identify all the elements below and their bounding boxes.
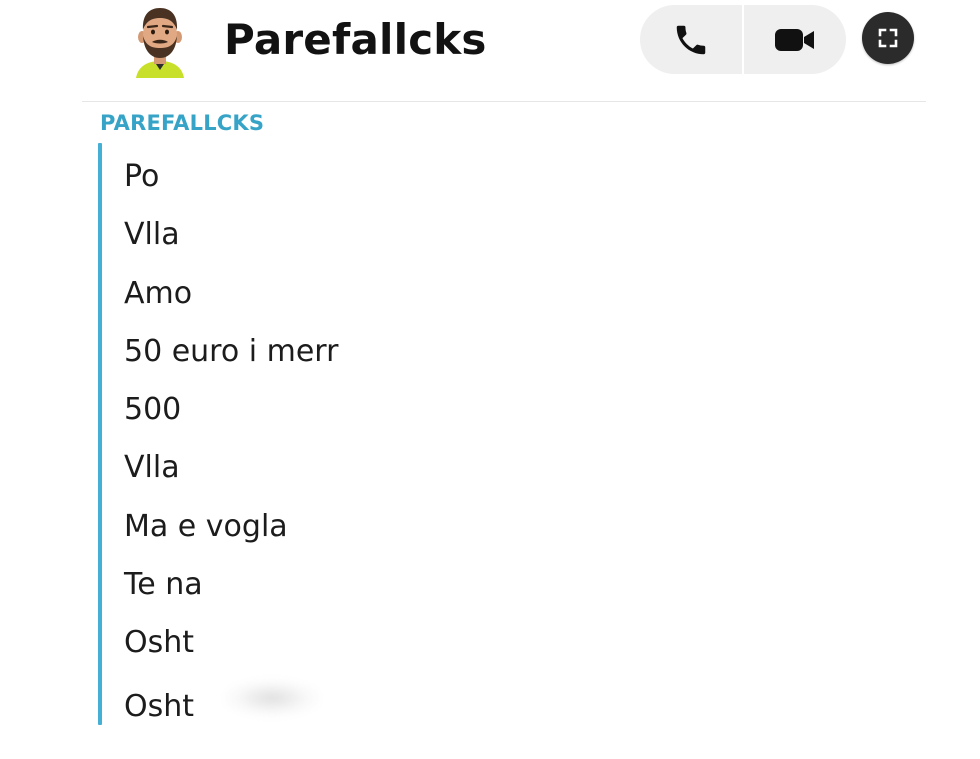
message-item[interactable]: Vlla (124, 439, 338, 497)
message-item[interactable]: Ma e vogla (124, 498, 338, 556)
contact-name[interactable]: Parefallcks (224, 14, 487, 66)
chat-header: Parefallcks (0, 0, 980, 100)
phone-icon (676, 25, 706, 54)
message-item[interactable]: 500 (124, 381, 338, 439)
message-item[interactable]: 50 euro i merr (124, 323, 338, 381)
voice-call-button[interactable] (640, 5, 742, 74)
avatar[interactable] (128, 4, 192, 78)
sender-label: PAREFALLCKS (100, 111, 265, 135)
expand-button[interactable] (862, 12, 914, 64)
expand-icon (878, 28, 898, 48)
message-item[interactable]: Po (124, 148, 338, 206)
message-list: Po Vlla Amo 50 euro i merr 500 Vlla Ma e… (124, 148, 338, 736)
bitmoji-avatar-icon (136, 8, 184, 78)
blurred-text-overlay (222, 678, 322, 718)
call-button-group (640, 5, 846, 74)
message-item[interactable]: Te na (124, 556, 338, 614)
message-item[interactable]: Amo (124, 265, 338, 323)
video-camera-icon (775, 28, 814, 51)
video-call-button[interactable] (744, 5, 846, 74)
header-divider (82, 101, 926, 102)
message-group-accent-bar (98, 143, 102, 725)
message-item[interactable]: Osht (124, 614, 338, 672)
message-item[interactable]: Vlla (124, 206, 338, 264)
